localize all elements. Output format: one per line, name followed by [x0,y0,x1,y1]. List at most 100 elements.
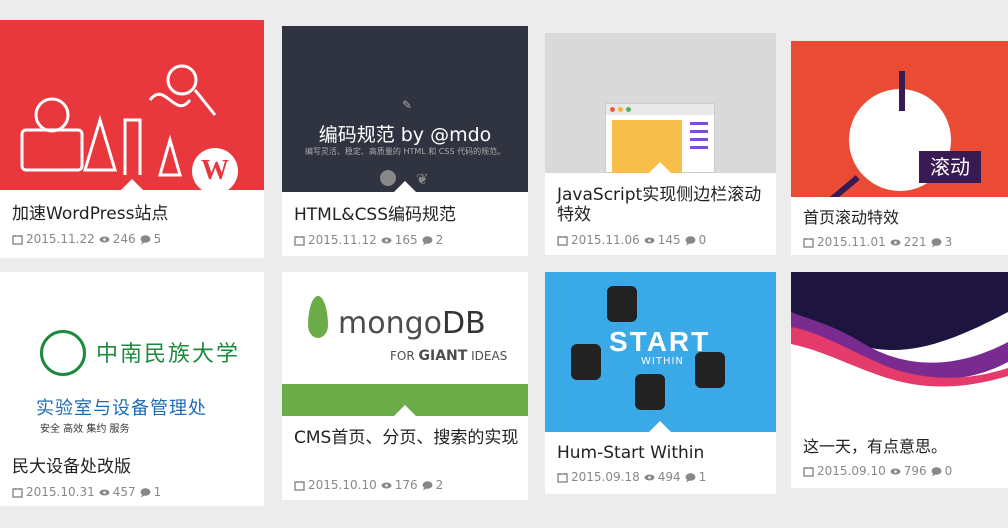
post-title[interactable]: JavaScript实现侧边栏滚动特效 [557,185,768,225]
calendar-icon [803,466,814,477]
post-title[interactable]: 加速WordPress站点 [12,203,256,225]
thumb-logo: mongoDB [338,306,486,341]
post-grid: W 加速WordPress站点 2015.11.22 246 5 ✎ 编码规范 … [0,0,1008,528]
tagline-part-ideas: IDEAS [467,349,508,363]
thumbnail-wordpress[interactable]: W [0,20,264,190]
calendar-icon [12,234,23,245]
thumbnail-interesting-day[interactable] [791,272,1008,412]
post-date: 2015.10.31 [26,485,95,499]
eye-icon [644,237,655,243]
post-card-interesting-day[interactable]: 这一天，有点意思。 2015.09.10 796 0 [791,272,1008,488]
post-meta: 2015.10.31 457 1 [12,485,165,499]
view-count: 494 [657,470,681,484]
comment-icon [685,235,696,245]
post-date: 2015.09.10 [817,464,886,478]
post-meta: 2015.10.10 176 2 [294,478,447,492]
comment-count: 1 [153,485,162,499]
thumb-notch [649,421,671,432]
logo-part-mongo: mongo [338,306,442,341]
comment-count: 5 [153,232,162,246]
calendar-icon [294,480,305,491]
slash-mark [828,175,860,197]
post-title[interactable]: 首页滚动特效 [803,207,1000,229]
post-title[interactable]: CMS首页、分页、搜索的实现 [294,426,520,450]
thumb-tagline: FOR GIANT IDEAS [390,348,507,364]
post-date: 2015.11.22 [26,232,95,246]
product-bottle-icon [607,286,637,322]
post-title[interactable]: 民大设备处改版 [12,456,256,478]
view-count: 145 [657,233,681,247]
post-card-home-scroll[interactable]: 滚动 首页滚动特效 2015.11.01 221 3 [791,41,1008,255]
tagline-part-giant: GIANT [418,348,468,364]
mongodb-leaf-icon [308,296,328,338]
comment-count: 2 [435,233,444,247]
eye-icon [381,237,392,243]
comment-count: 0 [698,233,707,247]
post-card-hum-start[interactable]: START WITHIN Hum-Start Within 2015.09.18… [545,272,776,494]
post-card-wordpress[interactable]: W 加速WordPress站点 2015.11.22 246 5 [0,20,264,258]
comment-icon [685,472,696,482]
thumbnail-cms[interactable]: mongoDB FOR GIANT IDEAS [282,272,528,416]
thumb-title: 编码规范 by @mdo [318,124,492,146]
post-date: 2015.11.06 [571,233,640,247]
view-count: 221 [903,235,927,249]
thumb-notch [649,162,671,173]
comment-icon [422,235,433,245]
thumbnail-minda[interactable]: 中南民族大学 实验室与设备管理处 安全 高效 集约 服务 [0,272,264,452]
post-meta: 2015.09.18 494 1 [557,470,710,484]
thumbnail-hum-start[interactable]: START WITHIN [545,272,776,432]
twitter-icon: ❦ [416,170,429,188]
eye-icon [381,482,392,488]
pen-icon: ✎ [402,98,413,112]
comment-count: 1 [698,470,707,484]
thumb-university-name: 中南民族大学 [96,342,241,367]
post-card-minda[interactable]: 中南民族大学 实验室与设备管理处 安全 高效 集约 服务 民大设备处改版 201… [0,272,264,506]
post-meta: 2015.11.22 246 5 [12,232,165,246]
product-bottle-icon [571,344,601,380]
eye-icon [99,236,110,242]
comment-count: 3 [944,235,953,249]
thumb-motto: 安全 高效 集约 服务 [40,424,130,435]
thumbnail-home-scroll[interactable]: 滚动 [791,41,1008,197]
post-meta: 2015.11.01 221 3 [803,235,956,249]
post-card-html-css[interactable]: ✎ 编码规范 by @mdo 编写灵活、稳定、高质量的 HTML 和 CSS 代… [282,26,528,256]
comment-icon [931,237,942,247]
post-meta: 2015.09.10 796 0 [803,464,956,478]
view-count: 246 [112,232,136,246]
post-card-cms[interactable]: mongoDB FOR GIANT IDEAS CMS首页、分页、搜索的实现 2… [282,272,528,500]
comment-icon [931,466,942,476]
eye-icon [644,474,655,480]
post-meta: 2015.11.12 165 2 [294,233,447,247]
thumb-notch [394,405,416,416]
comment-icon [140,487,151,497]
calendar-icon [803,237,814,248]
comment-count: 0 [944,464,953,478]
comment-count: 2 [435,478,444,492]
thumb-notch [121,179,143,190]
comment-icon [422,480,433,490]
calendar-icon [557,235,568,246]
eye-icon [890,468,901,474]
view-count: 176 [394,478,418,492]
view-count: 796 [903,464,927,478]
product-bottle-icon [635,374,665,410]
thumb-big-text: START [609,326,711,357]
eye-icon [890,239,901,245]
post-date: 2015.11.01 [817,235,886,249]
post-date: 2015.11.12 [308,233,377,247]
post-title[interactable]: Hum-Start Within [557,442,768,464]
view-count: 457 [112,485,136,499]
post-title[interactable]: HTML&CSS编码规范 [294,204,520,226]
thumbnail-sidebar-scroll[interactable] [545,33,776,173]
post-card-sidebar-scroll[interactable]: JavaScript实现侧边栏滚动特效 2015.11.06 145 0 [545,33,776,255]
thumb-small-text: WITHIN [641,356,684,367]
thumb-department-name: 实验室与设备管理处 [36,398,207,419]
thumb-label: 滚动 [919,151,981,183]
post-title[interactable]: 这一天，有点意思。 [803,436,1000,458]
calendar-icon [557,472,568,483]
thumb-notch [394,181,416,192]
thumbnail-html-css[interactable]: ✎ 编码规范 by @mdo 编写灵活、稳定、高质量的 HTML 和 CSS 代… [282,26,528,192]
university-seal-icon [40,330,86,376]
post-date: 2015.10.10 [308,478,377,492]
logo-part-db: DB [442,306,486,341]
